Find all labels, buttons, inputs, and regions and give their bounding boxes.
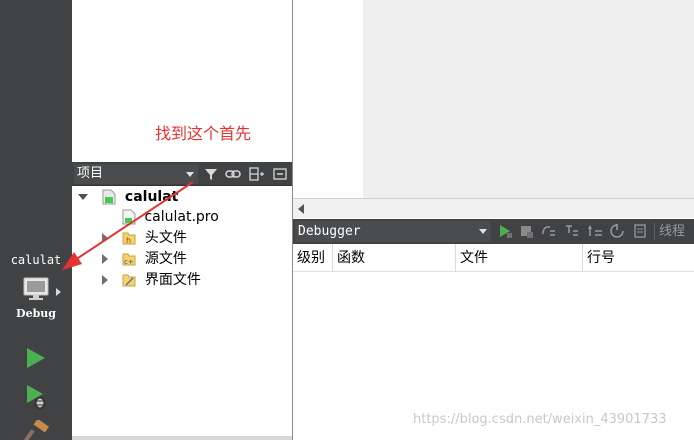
watermark: https://blog.csdn.net/weixin_43901733 (413, 412, 667, 427)
project-panel-toolbar: 项目 (72, 162, 292, 186)
expand-arrow-icon[interactable] (78, 194, 88, 200)
project-view-label: 项目 (77, 166, 104, 181)
chevron-down-icon (186, 172, 194, 177)
tree-item-label: calulat.pro (144, 209, 219, 225)
step-out-icon[interactable] (587, 223, 603, 239)
threads-label: 线程 (659, 224, 686, 239)
debugger-view-selector[interactable]: Debugger (295, 221, 491, 242)
tree-item-label: calulat (124, 189, 179, 205)
tree-item-label: 源文件 (144, 251, 187, 267)
debugger-toolbar: Debugger 线程 (293, 219, 694, 244)
annotation-text: 找到这个首先 (155, 124, 252, 143)
split-icon[interactable] (249, 166, 265, 182)
link-with-editor-icon[interactable] (225, 166, 241, 182)
build-mode-label: Debug (16, 307, 56, 320)
tree-item-sources[interactable]: c+ 源文件 (102, 249, 187, 269)
svg-text:c+: c+ (124, 258, 134, 266)
kit-selector-icon[interactable] (22, 275, 50, 303)
header-folder-icon: h (122, 232, 136, 245)
collapsed-arrow-icon[interactable] (102, 275, 108, 285)
tree-item-label: 头文件 (144, 230, 187, 246)
kit-menu-arrow-icon[interactable] (56, 288, 61, 296)
column-header-line[interactable]: 行号 (583, 244, 694, 272)
pro-file-icon (122, 209, 136, 225)
continue-debug-icon[interactable] (497, 223, 513, 239)
svg-text:h: h (126, 236, 131, 245)
restart-debug-icon[interactable] (609, 223, 625, 239)
column-header-level[interactable]: 级别 (293, 244, 333, 272)
editor-margin (293, 0, 363, 198)
column-header-file[interactable]: 文件 (456, 244, 583, 272)
horizontal-scrollbar[interactable] (293, 198, 694, 218)
project-view-selector[interactable]: 项目 (74, 164, 198, 184)
toolbar-separator (654, 223, 655, 240)
stack-view: 级别 函数 文件 行号 (293, 244, 694, 440)
tree-item-headers[interactable]: h 头文件 (102, 228, 187, 248)
operate-by-instruction-icon[interactable] (632, 223, 648, 239)
column-header-function[interactable]: 函数 (333, 244, 456, 272)
tree-item-label: 界面文件 (144, 272, 201, 288)
project-tree: calulat calulat.pro h 头文件 c+ 源文件 界面文件 (72, 186, 292, 440)
tree-item-project[interactable]: calulat (78, 187, 178, 207)
step-over-icon[interactable] (540, 223, 556, 239)
source-folder-icon: c+ (122, 253, 136, 266)
run-icon[interactable] (26, 347, 46, 369)
step-into-icon[interactable] (563, 223, 579, 239)
mode-bar: calulat Debug (0, 0, 72, 440)
collapsed-arrow-icon[interactable] (102, 254, 108, 264)
collapsed-arrow-icon[interactable] (102, 233, 108, 243)
kit-project-name: calulat (10, 253, 62, 267)
close-panel-icon[interactable] (272, 166, 288, 182)
chevron-down-icon (479, 229, 487, 234)
editor-area[interactable] (363, 0, 694, 198)
filter-icon[interactable] (203, 166, 219, 182)
forms-folder-icon (122, 274, 136, 287)
build-hammer-icon[interactable] (24, 420, 50, 440)
scroll-left-icon[interactable] (298, 204, 304, 214)
tree-item-pro-file[interactable]: calulat.pro (122, 207, 219, 227)
stop-debugger-icon[interactable] (518, 223, 534, 239)
debugger-view-label: Debugger (298, 224, 361, 239)
tree-item-forms[interactable]: 界面文件 (102, 270, 201, 290)
ide-window: calulat Debug 找到这个首先 项目 calulat calulat.… (0, 0, 694, 440)
start-debugging-icon[interactable] (26, 384, 48, 410)
stack-table-header: 级别 函数 文件 行号 (293, 244, 694, 272)
panel-bottom-edge (72, 436, 292, 440)
qt-project-icon (102, 189, 116, 205)
